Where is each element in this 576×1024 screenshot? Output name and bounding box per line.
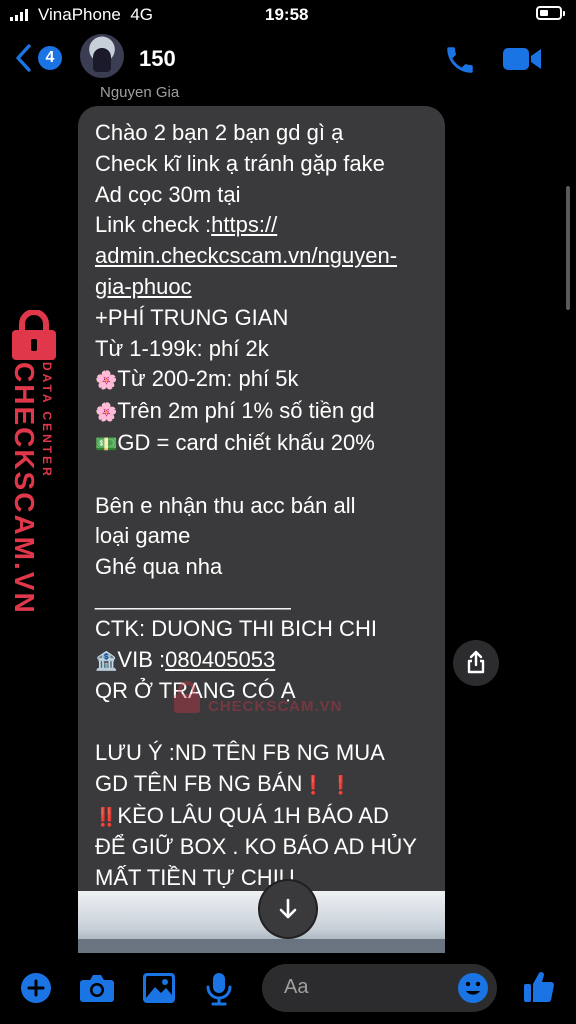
message-line-text: +PHÍ TRUNG GIAN bbox=[95, 304, 289, 330]
message-line-text: Bên e nhận thu acc bán all bbox=[95, 492, 356, 518]
emoji-icon: 🌸 bbox=[95, 402, 118, 423]
phone-icon[interactable] bbox=[442, 43, 478, 77]
chat-header: 4 150 bbox=[0, 30, 576, 86]
thumbs-up-icon[interactable] bbox=[521, 969, 557, 1005]
message-line-text: GD = card chiết khấu 20% bbox=[117, 429, 375, 455]
message-line: GD TÊN FB NG BÁN❗ ❗ bbox=[95, 769, 427, 801]
message-line-text: Ghé qua nha bbox=[95, 554, 223, 580]
composer-bar: Aa bbox=[0, 955, 576, 1024]
microphone-icon[interactable] bbox=[204, 972, 234, 1006]
message-line bbox=[95, 460, 427, 491]
camera-icon[interactable] bbox=[79, 973, 115, 1003]
message-line: gia-phuoc bbox=[95, 272, 427, 303]
message-line: ________________ bbox=[95, 583, 427, 614]
message-line-text: Check kĩ link ạ tránh gặp fake bbox=[95, 150, 385, 176]
message-line: 🌸Trên 2m phí 1% số tiền gd bbox=[95, 396, 427, 428]
plus-icon[interactable] bbox=[20, 972, 52, 1004]
message-line: 🌸Từ 200-2m: phí 5k bbox=[95, 364, 427, 396]
message-line: Ad cọc 30m tại bbox=[95, 180, 427, 211]
carrier-label: VinaPhone 4G bbox=[38, 5, 154, 24]
unread-badge: 4 bbox=[38, 46, 62, 70]
message-line-text: Link check : bbox=[95, 212, 212, 238]
message-line-text: Từ 200-2m: phí 5k bbox=[117, 366, 299, 392]
message-line-text: VIB : bbox=[117, 646, 166, 672]
message-line: +PHÍ TRUNG GIAN bbox=[95, 303, 427, 334]
message-line-text: LƯU Ý :ND TÊN FB NG MUA bbox=[95, 739, 385, 765]
share-icon bbox=[467, 650, 485, 674]
emoji-icon: 🏦 bbox=[95, 650, 118, 671]
emoji-icon: ❗ ❗ bbox=[302, 774, 353, 795]
image-icon[interactable] bbox=[142, 972, 176, 1004]
message-line-text: ĐỂ GIỮ BOX . KO BÁO AD HỦY bbox=[95, 834, 417, 860]
chat-title[interactable]: 150 bbox=[139, 46, 176, 72]
message-line: 🏦VIB :080405053 bbox=[95, 645, 427, 677]
message-line: Bên e nhận thu acc bán all bbox=[95, 491, 427, 522]
message-line: 💵GD = card chiết khấu 20% bbox=[95, 428, 427, 460]
message-line: ‼️KÈO LÂU QUÁ 1H BÁO AD bbox=[95, 801, 427, 833]
back-button[interactable]: 4 bbox=[14, 42, 64, 74]
message-line: admin.checkcscam.vn/nguyen- bbox=[95, 241, 427, 272]
status-bar: VinaPhone 4G 19:58 bbox=[0, 0, 576, 30]
message-line-text: Ad cọc 30m tại bbox=[95, 181, 241, 207]
center-watermark: CHECKSCAM.VN bbox=[172, 676, 362, 716]
message-link[interactable]: https:// bbox=[211, 212, 277, 237]
message-line-text: GD TÊN FB NG BÁN bbox=[95, 770, 303, 796]
message-link[interactable]: gia-phuoc bbox=[95, 274, 192, 299]
avatar[interactable] bbox=[80, 34, 124, 78]
message-line-text: Chào 2 bạn 2 bạn gd gì ạ bbox=[95, 120, 344, 145]
arrow-down-icon bbox=[279, 898, 297, 919]
message-text: Chào 2 bạn 2 bạn gd gì ạ Check kĩ link ạ … bbox=[78, 106, 445, 891]
message-link[interactable]: 080405053 bbox=[165, 647, 275, 672]
scroll-to-bottom-button[interactable] bbox=[260, 881, 316, 937]
message-line-text: MẤT TIỀN TỰ CHỊU bbox=[95, 865, 295, 891]
scrollbar[interactable] bbox=[566, 186, 570, 310]
message-line: CTK: DUONG THI BICH CHI bbox=[95, 614, 427, 645]
sender-name: Nguyen Gia bbox=[100, 84, 180, 101]
message-bubble[interactable]: Chào 2 bạn 2 bạn gd gì ạ Check kĩ link ạ … bbox=[78, 106, 445, 891]
message-line-text: Từ 1-199k: phí 2k bbox=[95, 335, 269, 361]
message-line: Link check :https:// bbox=[95, 210, 427, 241]
message-line: Check kĩ link ạ tránh gặp fake bbox=[95, 149, 427, 180]
message-line: Ghé qua nha bbox=[95, 552, 427, 583]
message-line-text: ________________ bbox=[95, 584, 291, 610]
signal-icon bbox=[10, 9, 28, 21]
message-line-text: Trên 2m phí 1% số tiền gd bbox=[117, 398, 375, 424]
lock-icon bbox=[12, 310, 56, 360]
message-input-placeholder: Aa bbox=[284, 976, 309, 998]
message-link[interactable]: admin.checkcscam.vn/nguyen- bbox=[95, 243, 397, 268]
message-line: loại game bbox=[95, 521, 427, 552]
lock-icon bbox=[174, 681, 200, 713]
center-watermark-text: CHECKSCAM.VN bbox=[208, 698, 343, 715]
emoji-icon[interactable] bbox=[457, 972, 489, 1004]
share-button[interactable] bbox=[453, 640, 499, 686]
message-input[interactable]: Aa bbox=[262, 964, 497, 1012]
message-line: LƯU Ý :ND TÊN FB NG MUA bbox=[95, 738, 427, 769]
message-line: Từ 1-199k: phí 2k bbox=[95, 334, 427, 365]
video-camera-icon[interactable] bbox=[502, 45, 542, 73]
message-line: MẤT TIỀN TỰ CHỊU bbox=[95, 863, 427, 891]
message-line-text: KÈO LÂU QUÁ 1H BÁO AD bbox=[117, 802, 389, 828]
emoji-icon: ‼️ bbox=[95, 806, 118, 827]
watermark-brand: CHECKSCAM.VN bbox=[9, 362, 40, 615]
message-line-text: loại game bbox=[95, 523, 191, 549]
clock: 19:58 bbox=[265, 5, 309, 24]
battery-icon bbox=[536, 6, 565, 20]
message-line: ĐỂ GIỮ BOX . KO BÁO AD HỦY bbox=[95, 832, 427, 863]
back-chevron-icon bbox=[16, 44, 31, 72]
message-line: Chào 2 bạn 2 bạn gd gì ạ bbox=[95, 118, 427, 149]
network-label: 4G bbox=[130, 5, 154, 24]
message-line-text: CTK: DUONG THI BICH CHI bbox=[95, 615, 377, 641]
emoji-icon: 💵 bbox=[95, 433, 118, 454]
emoji-icon: 🌸 bbox=[95, 370, 118, 391]
watermark-sub: DATA CENTER bbox=[40, 362, 54, 479]
